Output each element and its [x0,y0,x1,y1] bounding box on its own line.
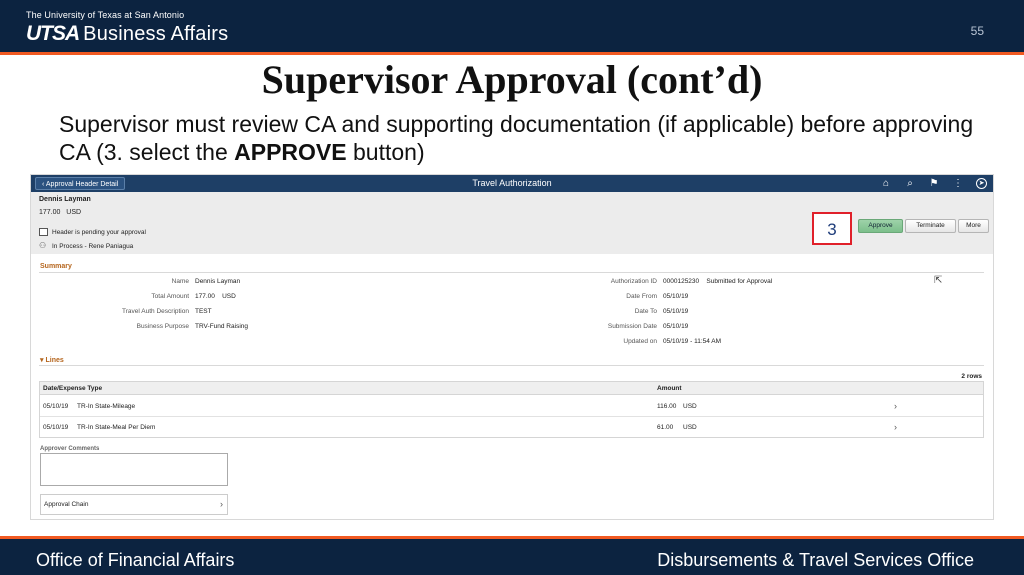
compass-icon[interactable]: ➤ [976,178,987,189]
header-amount: 177.00 USD [39,209,81,216]
status-pending: Header is pending your approval [39,228,146,236]
value-date-from: 05/10/19 [663,293,689,300]
lines-divider [39,365,984,366]
label-business-purpose: Business Purpose [136,323,189,330]
value-business-purpose: TRV-Fund Raising [195,323,248,330]
step-callout: 3 [812,212,852,245]
flag-icon[interactable]: ⚑ [928,177,940,190]
row-amount: 116.00 [657,403,677,410]
header-rule [0,52,1024,55]
row-currency: USD [683,403,697,410]
grid-header: Date/Expense Type Amount [40,382,983,395]
university-name: The University of Texas at San Antonio [26,10,185,20]
value-submission-date: 05/10/19 [663,323,689,330]
header-amount-value: 177.00 [39,209,61,216]
header-currency: USD [66,209,82,216]
value-updated-on: 05/10/19 - 11:54 AM [663,338,722,345]
label-date-to: Date To [634,308,657,315]
lines-grid: Date/Expense Type Amount 05/10/19 TR-In … [39,381,984,438]
footer-department: Disbursements & Travel Services Office [657,550,974,570]
status-in-process: ⚇ In Process - Rene Paniagua [39,242,133,250]
value-travel-auth-description: TEST [195,308,212,315]
approver-comments-input[interactable] [40,453,228,486]
value-total-amount: 177.00 USD [195,293,236,300]
row-expense-type: TR-In State-Meal Per Diem [77,424,156,431]
value-authorization-id: 0000125230 Submitted for Approval [663,278,773,285]
chevron-right-icon: › [220,499,223,509]
logo-utsa: UTSA [26,22,80,45]
column-amount: Amount [657,385,682,392]
desc-bold: APPROVE [234,139,347,165]
row-expense-type: TR-In State-Mileage [77,403,136,410]
chevron-right-icon[interactable]: › [894,422,897,432]
utsa-logo: The University of Texas at San Antonio U… [26,10,228,46]
approve-button[interactable]: Approve [858,219,903,233]
row-currency: USD [683,424,697,431]
label-total-amount: Total Amount [151,293,189,300]
footer-office: Office of Financial Affairs [36,550,235,570]
page-number: 55 [970,24,984,38]
approval-chain-label: Approval Chain [44,501,89,508]
label-updated-on: Updated on [623,338,657,345]
more-vertical-icon[interactable]: ⋮ [952,177,964,190]
desc-text-1: Supervisor must review CA and supporting… [59,111,974,165]
employee-name: Dennis Layman [39,196,91,203]
app-banner: ‹ Approval Header Detail Travel Authoriz… [31,175,993,192]
row-date: 05/10/19 [43,424,69,431]
summary-divider [39,272,984,273]
slide-header: The University of Texas at San Antonio U… [0,0,1024,52]
desc-text-2: button) [346,139,425,165]
lines-heading[interactable]: ▾ Lines [40,356,64,364]
chevron-right-icon[interactable]: › [894,401,897,411]
search-icon[interactable]: ⌕ [904,177,916,190]
app-title: Travel Authorization [472,178,552,188]
approval-header: Dennis Layman 177.00 USD Header is pendi… [31,192,993,254]
approver-comments-label: Approver Comments [40,446,100,452]
banner-icons: ⌂ ⌕ ⚑ ⋮ ➤ [880,177,987,190]
table-row[interactable]: 05/10/19 TR-In State-Mileage 116.00 USD … [40,396,983,417]
mouse-cursor-icon: ⇱ [934,275,943,286]
status-in-process-text: In Process - Rene Paniagua [52,242,134,250]
approval-chain-link[interactable]: Approval Chain › [40,494,228,515]
label-travel-auth-description: Travel Auth Description [122,308,189,315]
terminate-button[interactable]: Terminate [905,219,956,233]
label-name: Name [171,278,189,285]
step-number: 3 [827,220,837,239]
rows-count: 2 rows [961,373,982,380]
more-button[interactable]: More [958,219,989,233]
row-amount: 61.00 [657,424,674,431]
summary-heading: Summary [40,263,72,270]
slide-footer: Office of Financial Affairs Disbursement… [0,539,1024,575]
row-date: 05/10/19 [43,403,69,410]
status-pending-text: Header is pending your approval [52,228,146,236]
column-date-expense-type: Date/Expense Type [43,385,103,392]
value-name: Dennis Layman [195,278,241,285]
table-row[interactable]: 05/10/19 TR-In State-Meal Per Diem 61.00… [40,417,983,438]
logo-business-affairs: Business Affairs [83,23,229,45]
label-submission-date: Submission Date [607,323,657,330]
value-date-to: 05/10/19 [663,308,689,315]
slide-description: Supervisor must review CA and supporting… [59,110,979,166]
home-icon[interactable]: ⌂ [880,177,892,190]
travel-authorization-screen: ‹ Approval Header Detail Travel Authoriz… [30,174,994,520]
lines-heading-text: Lines [45,357,64,364]
label-authorization-id: Authorization ID [610,278,657,285]
people-icon: ⚇ [39,241,47,250]
document-icon [39,228,48,236]
label-date-from: Date From [626,293,657,300]
slide-title: Supervisor Approval (cont’d) [261,57,763,102]
